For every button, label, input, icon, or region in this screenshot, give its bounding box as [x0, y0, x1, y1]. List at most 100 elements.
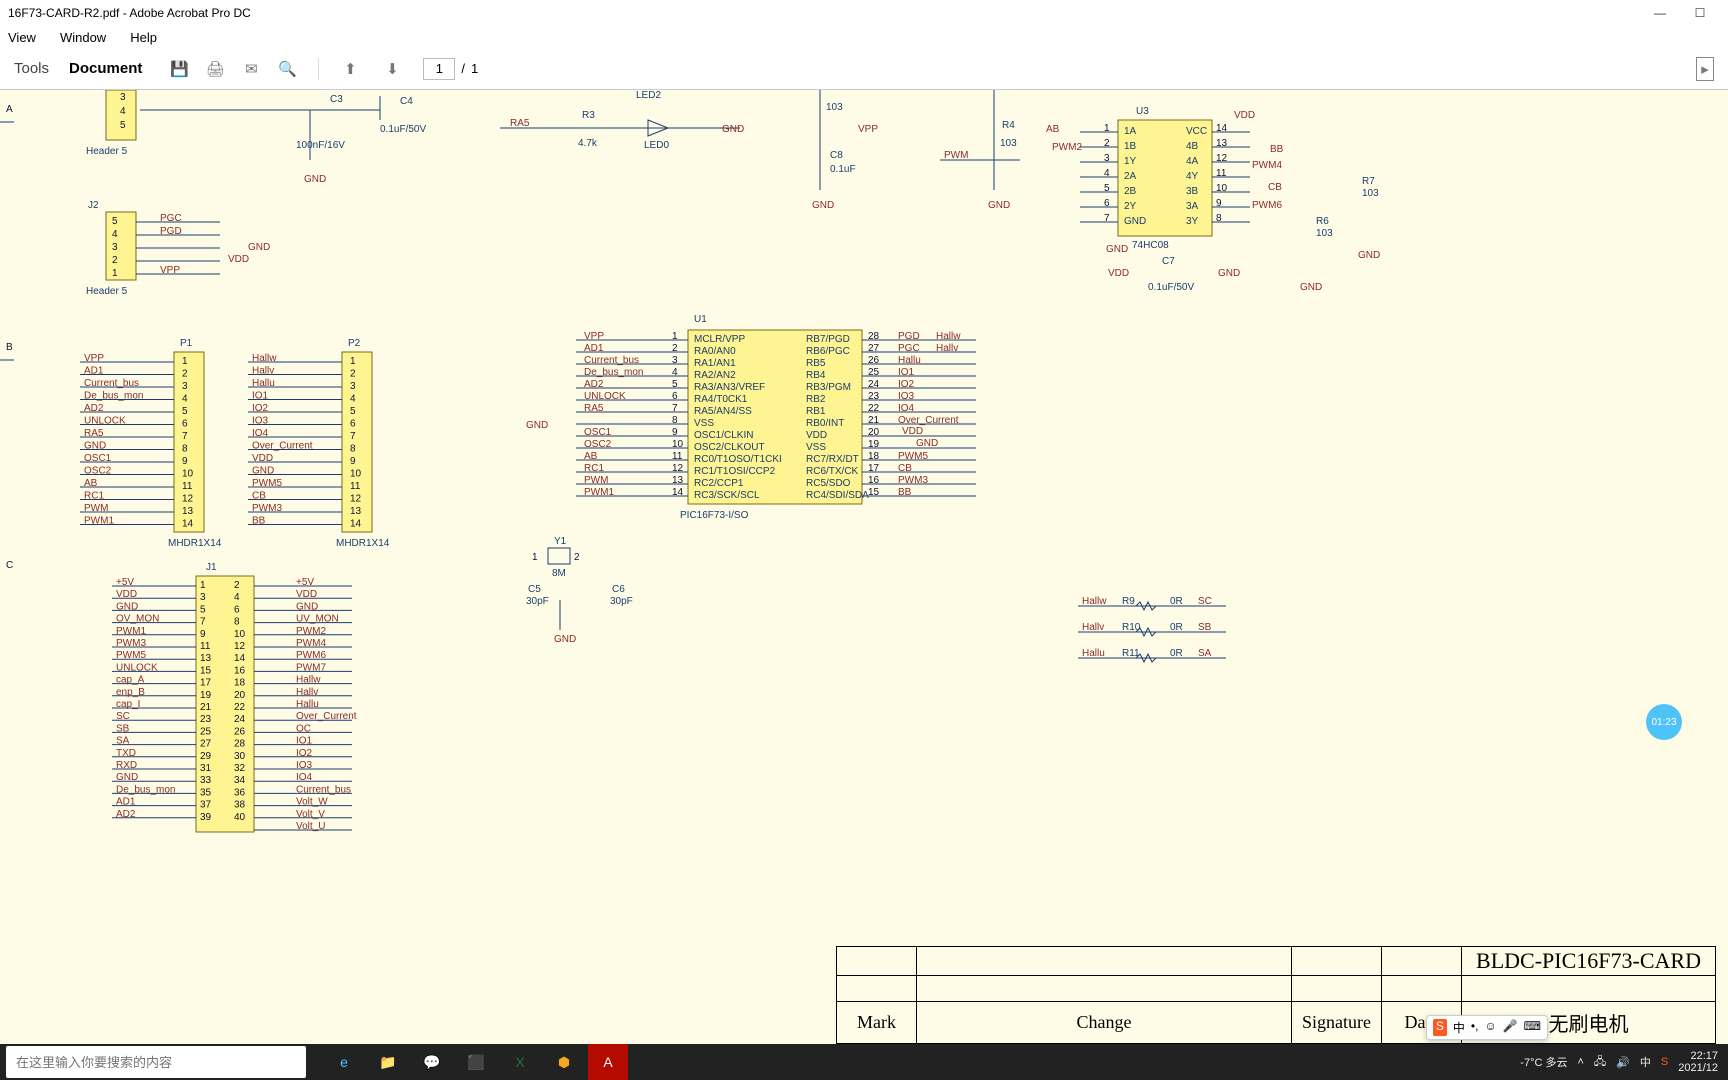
- svg-text:AD2: AD2: [116, 809, 136, 820]
- menu-window[interactable]: Window: [56, 30, 110, 45]
- minimize-button[interactable]: ―: [1640, 6, 1680, 20]
- svg-text:RB2: RB2: [806, 394, 826, 405]
- svg-text:12: 12: [234, 641, 246, 652]
- svg-text:SA: SA: [1198, 648, 1212, 659]
- svg-text:3B: 3B: [1186, 186, 1199, 197]
- document-tab[interactable]: Document: [69, 60, 142, 77]
- email-icon[interactable]: ✉: [240, 58, 262, 80]
- svg-text:BB: BB: [252, 516, 266, 527]
- svg-text:VCC: VCC: [1186, 126, 1207, 137]
- svg-text:13: 13: [200, 653, 212, 664]
- svg-text:SB: SB: [1198, 622, 1212, 633]
- svg-text:2: 2: [182, 369, 188, 380]
- maximize-button[interactable]: ☐: [1680, 6, 1720, 20]
- svg-text:R4: R4: [1002, 120, 1015, 131]
- title-bar: 16F73-CARD-R2.pdf - Adobe Acrobat Pro DC…: [0, 0, 1728, 26]
- svg-text:Hallv: Hallv: [1082, 622, 1104, 633]
- search-icon[interactable]: 🔍: [276, 58, 298, 80]
- tray-network-icon[interactable]: 🖧: [1594, 1053, 1606, 1072]
- svg-text:30pF: 30pF: [610, 596, 633, 607]
- svg-text:22: 22: [234, 702, 246, 713]
- app-app1[interactable]: ⬢: [544, 1044, 584, 1080]
- svg-text:5: 5: [120, 120, 126, 131]
- svg-text:18: 18: [234, 678, 246, 689]
- page-up-icon[interactable]: ⬆: [339, 58, 361, 80]
- app-obs[interactable]: ⬛: [456, 1044, 496, 1080]
- svg-text:1: 1: [1104, 123, 1110, 134]
- svg-text:PIC16F73-I/SO: PIC16F73-I/SO: [680, 510, 749, 521]
- svg-text:RB6/PGC: RB6/PGC: [806, 346, 850, 357]
- app-excel[interactable]: X: [500, 1044, 540, 1080]
- tray-volume-icon[interactable]: 🔊: [1616, 1056, 1630, 1069]
- save-icon[interactable]: 💾: [168, 58, 190, 80]
- svg-text:26: 26: [234, 726, 246, 737]
- svg-text:CB: CB: [898, 463, 912, 474]
- tb-change: Change: [917, 1002, 1292, 1043]
- svg-text:SA: SA: [116, 736, 130, 747]
- svg-text:5: 5: [112, 216, 118, 227]
- svg-text:14: 14: [1216, 123, 1228, 134]
- svg-text:P2: P2: [348, 338, 361, 349]
- svg-text:1: 1: [112, 268, 118, 279]
- page-down-icon[interactable]: ⬇: [381, 58, 403, 80]
- app-acrobat[interactable]: A: [588, 1044, 628, 1080]
- svg-text:VDD: VDD: [806, 430, 827, 441]
- svg-text:31: 31: [200, 763, 212, 774]
- svg-text:4B: 4B: [1186, 141, 1199, 152]
- svg-text:2Y: 2Y: [1124, 201, 1137, 212]
- svg-text:21: 21: [868, 415, 880, 426]
- svg-text:R10: R10: [1122, 622, 1141, 633]
- tools-tab[interactable]: Tools: [14, 60, 49, 77]
- collapse-icon[interactable]: ▸: [1696, 57, 1714, 81]
- app-explorer[interactable]: 📁: [368, 1044, 408, 1080]
- svg-text:PWM: PWM: [944, 150, 968, 161]
- svg-text:GND: GND: [1124, 216, 1146, 227]
- tray-clock[interactable]: 22:172021/12: [1678, 1050, 1718, 1074]
- document-view[interactable]: A B C 3 4 5 Header 5 C3 100nF/16V GND C4…: [0, 90, 1728, 1044]
- svg-text:De_bus_mon: De_bus_mon: [84, 391, 143, 402]
- svg-text:IO4: IO4: [898, 403, 915, 414]
- svg-text:34: 34: [234, 775, 246, 786]
- tray-sogou-icon[interactable]: S: [1661, 1056, 1668, 1068]
- svg-text:RC2/CCP1: RC2/CCP1: [694, 478, 744, 489]
- svg-text:Hallv: Hallv: [252, 366, 274, 377]
- tray-ime[interactable]: 中: [1640, 1054, 1651, 1070]
- svg-text:2: 2: [112, 255, 118, 266]
- tray-chevron-icon[interactable]: ˄: [1577, 1056, 1583, 1068]
- svg-text:22: 22: [868, 403, 880, 414]
- svg-text:10: 10: [182, 469, 194, 480]
- svg-text:Header 5: Header 5: [86, 286, 128, 297]
- menu-help[interactable]: Help: [126, 30, 161, 45]
- svg-text:OV_MON: OV_MON: [116, 614, 159, 625]
- app-wechat[interactable]: 💬: [412, 1044, 452, 1080]
- svg-text:13: 13: [1216, 138, 1228, 149]
- svg-text:RB4: RB4: [806, 370, 826, 381]
- svg-text:Y1: Y1: [554, 536, 567, 547]
- print-icon[interactable]: 🖨: [204, 58, 226, 80]
- ime-toolbar[interactable]: S 中•,☺🎤⌨: [1426, 1015, 1548, 1040]
- svg-text:24: 24: [868, 379, 880, 390]
- svg-text:RA0/AN0: RA0/AN0: [694, 346, 736, 357]
- svg-text:1: 1: [350, 356, 356, 367]
- svg-text:PWM4: PWM4: [1252, 160, 1282, 171]
- svg-text:PWM: PWM: [584, 475, 608, 486]
- svg-text:35: 35: [200, 787, 212, 798]
- app-edge[interactable]: e: [324, 1044, 364, 1080]
- svg-text:VSS: VSS: [806, 442, 826, 453]
- svg-text:103: 103: [1000, 138, 1017, 149]
- svg-text:26: 26: [868, 355, 880, 366]
- svg-text:12: 12: [672, 463, 684, 474]
- page-input[interactable]: [423, 58, 455, 80]
- svg-text:1: 1: [182, 356, 188, 367]
- svg-text:LED2: LED2: [636, 90, 661, 101]
- svg-text:AD2: AD2: [584, 379, 604, 390]
- svg-text:RA2/AN2: RA2/AN2: [694, 370, 736, 381]
- svg-text:cap_I: cap_I: [116, 699, 140, 710]
- menu-view[interactable]: View: [4, 30, 40, 45]
- svg-text:PWM1: PWM1: [84, 516, 114, 527]
- svg-text:IO1: IO1: [296, 736, 313, 747]
- search-input[interactable]: [6, 1046, 306, 1078]
- svg-text:IO2: IO2: [252, 403, 269, 414]
- tray-weather[interactable]: -7°C 多云: [1520, 1054, 1567, 1070]
- svg-text:TXD: TXD: [116, 748, 136, 759]
